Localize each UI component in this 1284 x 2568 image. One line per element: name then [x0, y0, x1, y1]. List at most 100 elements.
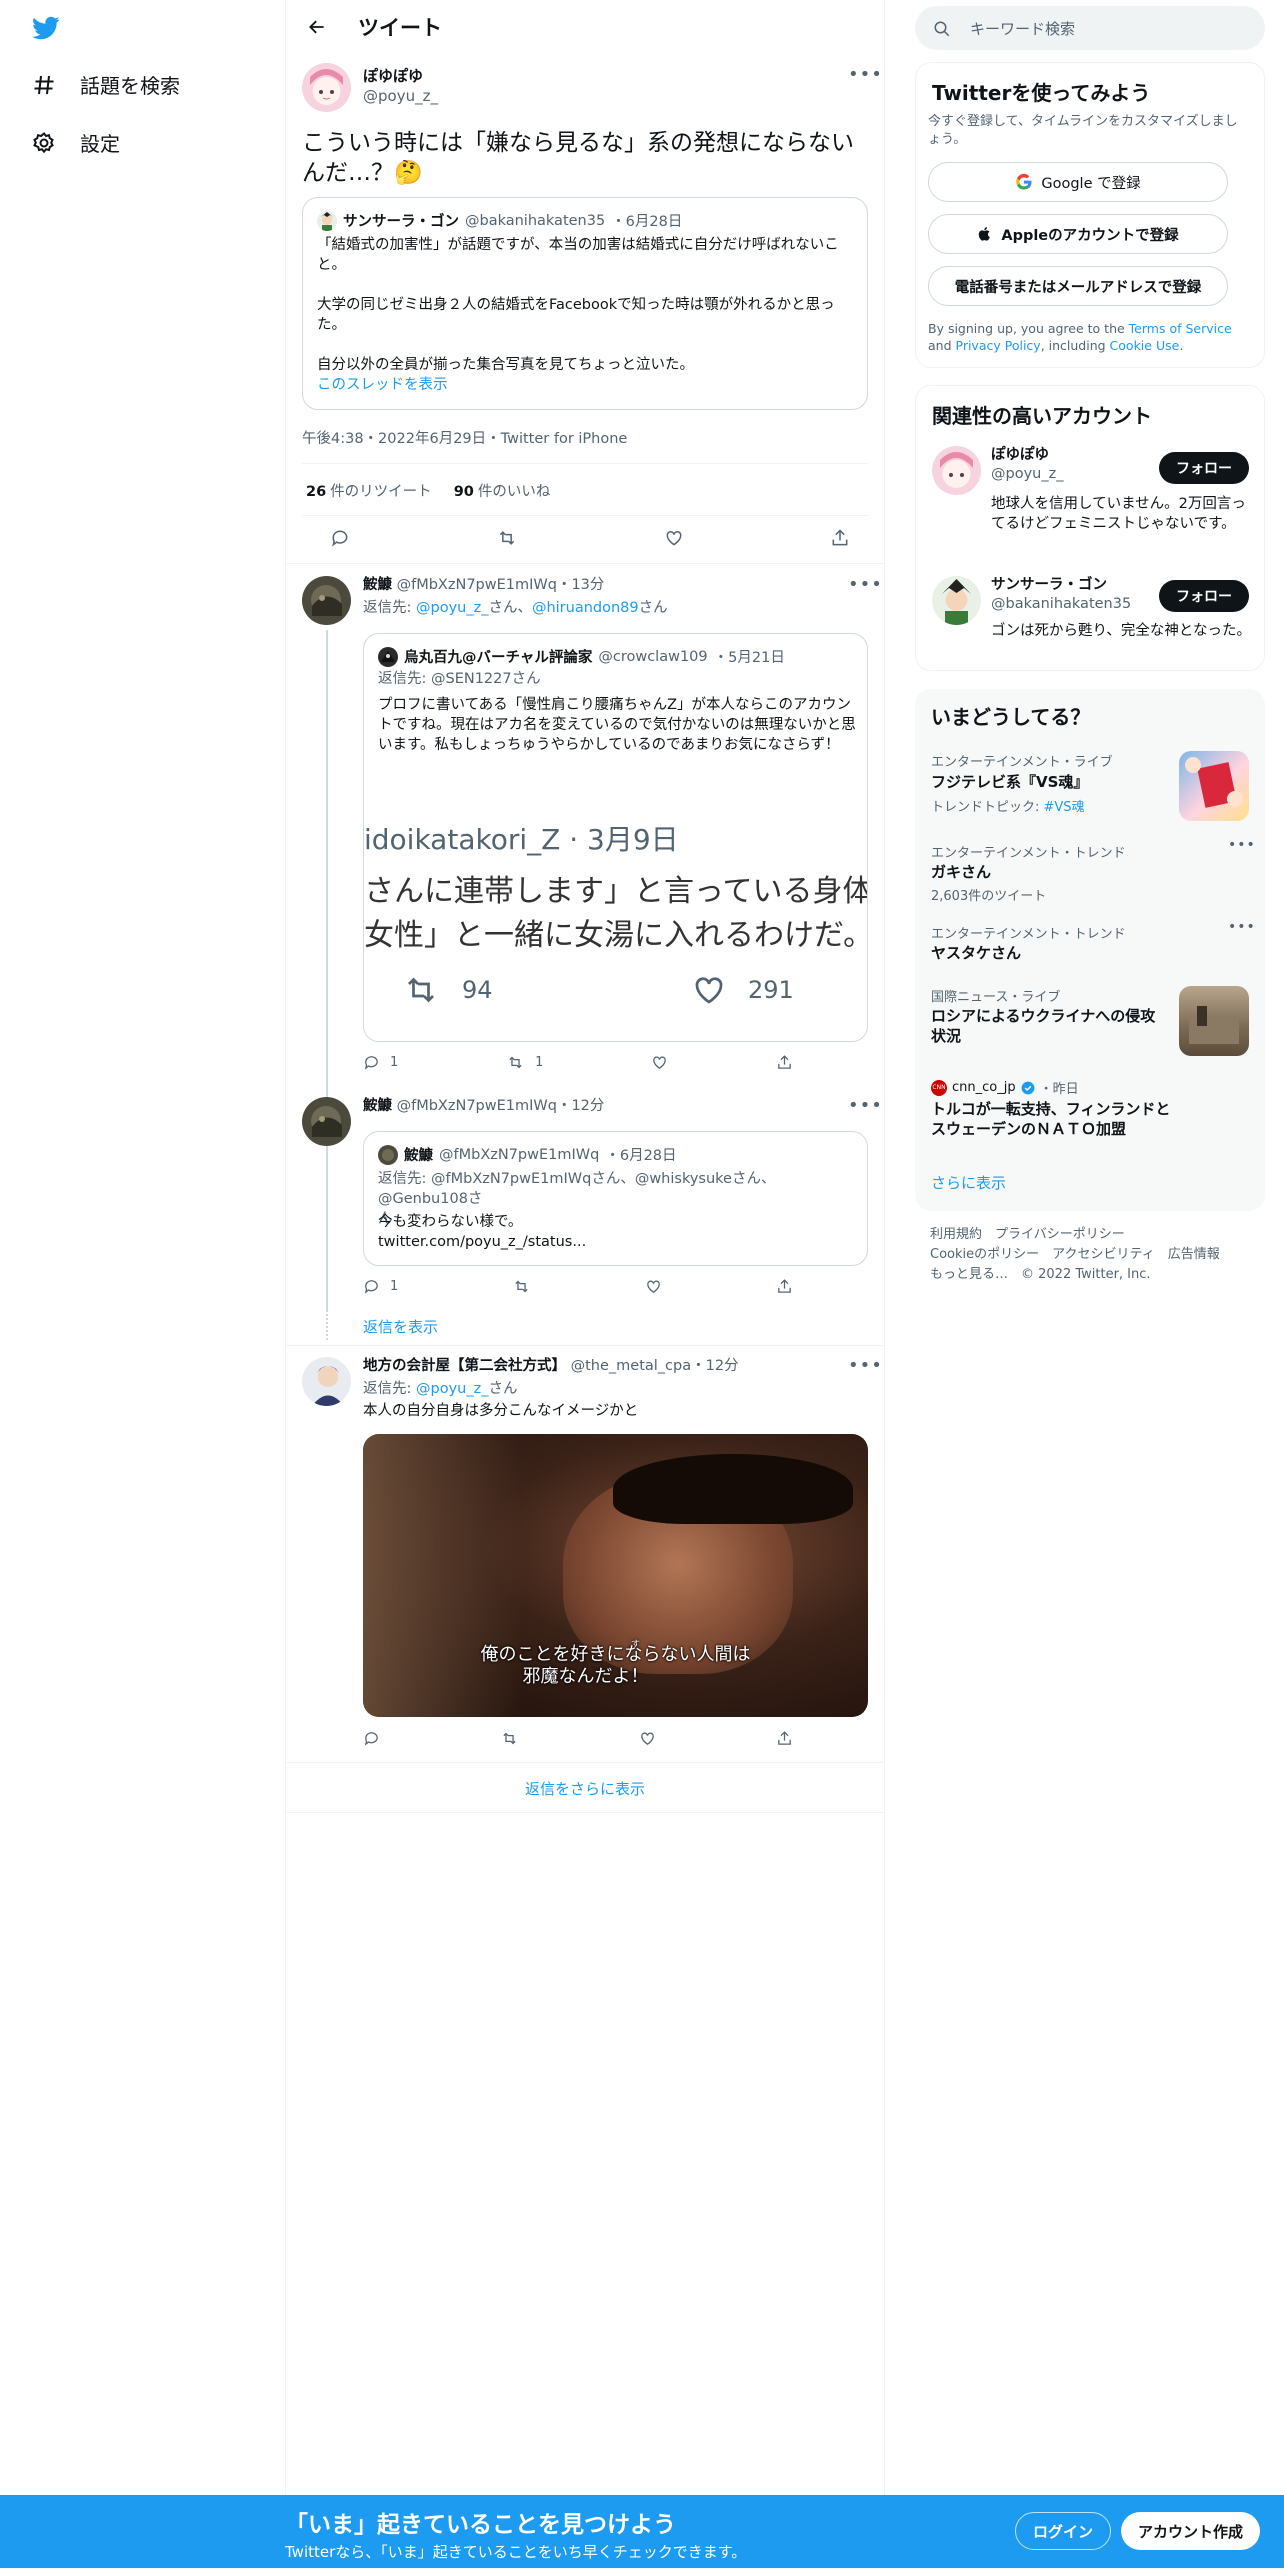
avatar[interactable]	[932, 446, 981, 495]
reply-to: 返信先: @poyu_z_さん、@hiruandon89さん	[363, 600, 668, 616]
terms-link[interactable]: Terms of Service	[1129, 321, 1232, 336]
quote-reply-to: 返信先: @SEN1227さん	[378, 671, 541, 687]
more-icon[interactable]: •••	[848, 1355, 883, 1376]
retweet-icon[interactable]: 1	[506, 1054, 543, 1071]
nav-explore[interactable]: 話題を検索	[30, 70, 180, 99]
reply-author[interactable]: 鮟鱇 @fMbXzN7pwE1mIWq・12分	[363, 1096, 604, 1116]
quoted-tweet[interactable]: サンサーラ・ゴン @bakanihakaten35 ・6月28日 「結婚式の加害…	[302, 197, 868, 410]
avatar[interactable]	[302, 1357, 351, 1406]
quote-text-line-1: 「結婚式の加害性」が話題ですが、本当の加害は結婚式に自分だけ呼ばれないこと。	[317, 237, 839, 273]
like-icon[interactable]	[664, 528, 684, 548]
gear-icon	[30, 129, 58, 157]
cookie-link[interactable]: Cookie Use	[1110, 338, 1180, 353]
retweet-icon[interactable]	[512, 1278, 531, 1295]
quote-link[interactable]: twitter.com/poyu_z_/status...	[378, 1232, 908, 1252]
reply-icon[interactable]: 1	[363, 1278, 398, 1295]
more-icon[interactable]: •••	[848, 1095, 883, 1116]
quote-date: ・6月28日	[605, 1148, 677, 1164]
reply-actions: 1	[363, 1278, 793, 1295]
bottom-subtitle: Twitterなら、「いま」起きていることをいち早くチェックできます。	[285, 2543, 747, 2561]
reply-image[interactable]: す 俺のことを好きにならない人間は 邪魔なんだよ！	[363, 1434, 868, 1717]
divider	[286, 1762, 884, 1763]
trends-show-more[interactable]: さらに表示	[931, 1172, 1006, 1193]
apple-signup-button[interactable]: Appleのアカウントで登録	[928, 214, 1228, 254]
show-more-replies[interactable]: 返信をさらに表示	[286, 1778, 884, 1799]
more-icon[interactable]: •••	[848, 574, 883, 595]
quote-author-handle: @bakanihakaten35	[465, 212, 606, 229]
image-like: 291	[690, 972, 794, 1008]
follow-button[interactable]: フォロー	[1159, 580, 1249, 612]
related-account-1[interactable]: ぽゆぽゆ @poyu_z_	[991, 446, 1063, 484]
phone-email-signup-button[interactable]: 電話番号またはメールアドレスで登録	[928, 266, 1228, 306]
signup-panel: Twitterを使ってみよう 今すぐ登録して、タイムラインをカスタマイズしましょ…	[915, 62, 1265, 368]
avatar[interactable]	[302, 576, 351, 625]
author-name: ぽゆぽゆ	[363, 67, 424, 85]
quote-author-name: サンサーラ・ゴン	[343, 214, 459, 230]
related-account-2[interactable]: サンサーラ・ゴン @bakanihakaten35	[991, 576, 1131, 614]
quoted-tweet[interactable]: 鮟鱇 @fMbXzN7pwE1mIWq ・6月28日 返信先: @fMbXzN7…	[363, 1131, 868, 1266]
more-icon[interactable]: •••	[1228, 919, 1256, 935]
image-text: さんに連帯します」と言っている身体	[364, 874, 868, 909]
trend-image	[1179, 986, 1249, 1056]
like-icon[interactable]	[651, 1054, 668, 1071]
back-arrow-icon[interactable]	[300, 14, 334, 40]
reply-author[interactable]: 鮟鱇 @fMbXzN7pwE1mIWq・13分	[363, 575, 604, 595]
quote-author-name: 鮟鱇	[404, 1148, 433, 1164]
author-handle: @poyu_z_	[363, 87, 438, 105]
tweet-timestamp[interactable]: 午後4:38・2022年6月29日・Twitter for iPhone	[302, 427, 627, 448]
quote-date: ・5月21日	[713, 650, 785, 666]
nav-explore-label: 話題を検索	[80, 74, 180, 98]
mention-link[interactable]: @hiruandon89	[532, 600, 639, 616]
avatar[interactable]	[302, 63, 351, 112]
quote-image[interactable]: idoikatakori_Z · 3月9日 さんに連帯します」と言っている身体 …	[364, 802, 868, 1041]
like-stat[interactable]: 90 件のいいね	[454, 480, 551, 501]
share-icon[interactable]	[830, 528, 850, 548]
reply-author[interactable]: 地方の会計屋【第二会社方式】 @the_metal_cpa・12分	[363, 1356, 739, 1376]
mention-link[interactable]: @poyu_z_	[416, 1381, 488, 1397]
like-icon[interactable]	[639, 1730, 656, 1747]
share-icon[interactable]	[776, 1278, 793, 1295]
reply-icon[interactable]	[330, 528, 350, 548]
quote-author-name: 烏丸百九@バーチャル評論家	[404, 650, 593, 666]
like-icon[interactable]	[645, 1278, 662, 1295]
retweet-icon[interactable]	[496, 528, 518, 548]
quoted-tweet[interactable]: 烏丸百九@バーチャル評論家 @crowclaw109 ・5月21日 返信先: @…	[363, 633, 868, 1042]
quote-text: プロフに書いてある「慢性肩こり腰痛ちゃんZ」が本人ならこのアカウントですね。現在…	[378, 697, 856, 753]
quote-author-handle: @fMbXzN7pwE1mIWq	[439, 1146, 600, 1163]
page-title: ツイート	[358, 16, 442, 40]
reply-icon[interactable]	[363, 1730, 380, 1747]
show-thread-link[interactable]: このスレッドを表示	[317, 375, 847, 395]
reply-icon[interactable]: 1	[363, 1054, 398, 1071]
tweet-author[interactable]: ぽゆぽゆ @poyu_z_	[363, 66, 438, 106]
show-replies-link[interactable]: 返信を表示	[363, 1316, 438, 1337]
more-icon[interactable]: •••	[848, 64, 883, 85]
share-icon[interactable]	[776, 1054, 793, 1071]
mention-link[interactable]: @poyu_z_	[416, 600, 488, 616]
left-nav: 話題を検索 設定	[0, 0, 285, 2568]
more-icon[interactable]: •••	[1228, 837, 1256, 853]
tweet-stats: 26 件のリツイート 90 件のいいね	[306, 480, 550, 501]
header: ツイート	[286, 0, 884, 53]
search-input[interactable]: キーワード検索	[970, 18, 1075, 39]
search-bar[interactable]: キーワード検索	[915, 6, 1265, 50]
news-source: CNN cnn_co_jp ・昨日	[931, 1079, 1079, 1097]
divider	[286, 563, 884, 564]
share-icon[interactable]	[776, 1730, 793, 1747]
privacy-link[interactable]: Privacy Policy	[956, 338, 1041, 353]
twitter-logo-icon[interactable]	[30, 14, 62, 42]
reply-actions: 1 1	[363, 1054, 793, 1071]
footer-links[interactable]: 利用規約 プライバシーポリシー Cookieのポリシー アクセシビリティ 広告情…	[930, 1225, 1220, 1285]
avatar[interactable]	[932, 576, 981, 625]
tweet-text: こういう時には「嫌なら見るな」系の発想にならないんだ…？🤔	[302, 130, 854, 186]
login-button[interactable]: ログイン	[1015, 2512, 1111, 2550]
follow-button[interactable]: フォロー	[1159, 452, 1249, 484]
image-text: 女性」と一緒に女湯に入れるわけだ。	[364, 918, 868, 953]
nav-settings[interactable]: 設定	[30, 128, 120, 157]
retweet-stat[interactable]: 26 件のリツイート	[306, 480, 432, 501]
signup-button[interactable]: アカウント作成	[1121, 2512, 1260, 2550]
retweet-icon[interactable]	[500, 1730, 519, 1747]
google-signup-button[interactable]: Google で登録	[928, 162, 1228, 202]
image-text: idoikatakori_Z · 3月9日	[364, 823, 679, 856]
verified-icon	[1021, 1081, 1035, 1095]
avatar[interactable]	[302, 1097, 351, 1146]
